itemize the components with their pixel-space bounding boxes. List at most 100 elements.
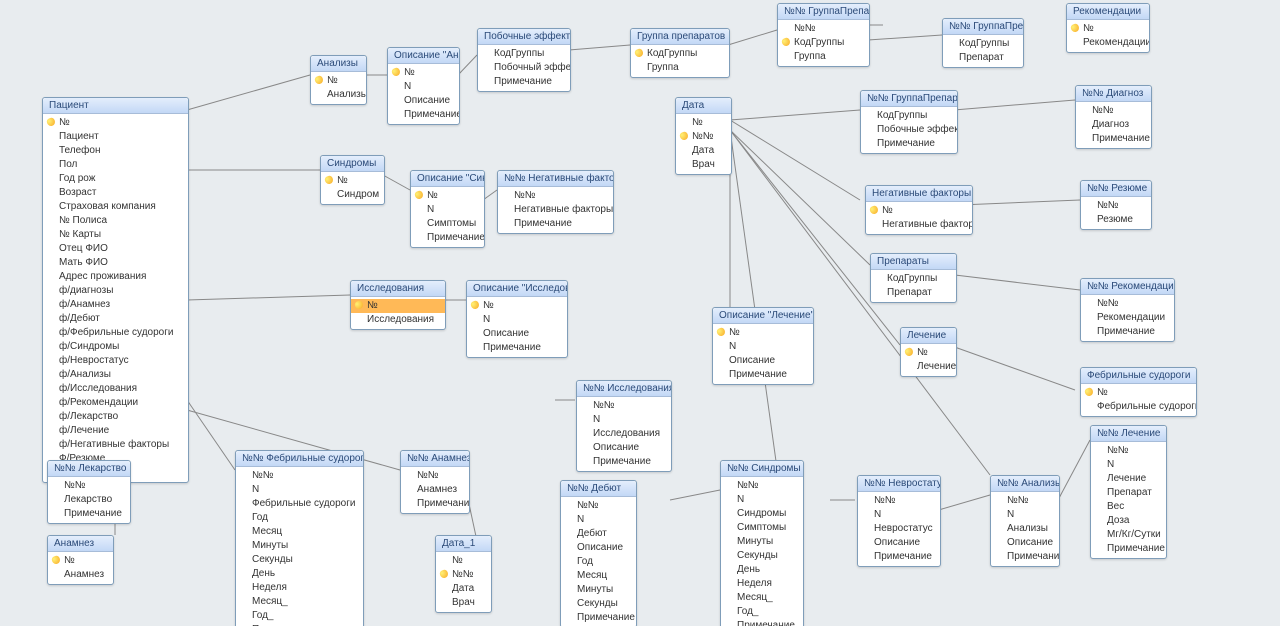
field[interactable]: ф/Рекомендации — [43, 396, 188, 410]
table-header[interactable]: Синдромы — [321, 156, 384, 172]
field[interactable]: №№ — [676, 130, 731, 144]
field[interactable]: Исследования — [351, 313, 445, 327]
field[interactable]: Секунды — [236, 553, 363, 567]
table-lechenie[interactable]: Лечение№Лечение — [900, 327, 957, 377]
table-nn_sind[interactable]: №№ Синдромы№№NСиндромыСимптомыМинутыСеку… — [720, 460, 804, 626]
field[interactable]: ф/Негативные факторы — [43, 438, 188, 452]
table-header[interactable]: Пациент — [43, 98, 188, 114]
field[interactable]: N — [388, 80, 459, 94]
table-side_eff[interactable]: Побочные эффектыКодГруппыПобочный эффект… — [477, 28, 571, 92]
field[interactable]: № Полиса — [43, 214, 188, 228]
field[interactable]: КодГруппы — [871, 272, 956, 286]
field[interactable]: ф/Исследования — [43, 382, 188, 396]
table-op_lech[interactable]: Описание "Лечение""№NОписаниеПримечание — [712, 307, 814, 385]
field[interactable]: Минуты — [721, 535, 803, 549]
field[interactable]: Описание — [577, 441, 671, 455]
table-nn_neg[interactable]: №№ Негативные факторы№№Негативные фактор… — [497, 170, 614, 234]
table-nn_nevro[interactable]: №№ Невростатус№№NНевростатусОписаниеПрим… — [857, 475, 941, 567]
field[interactable]: Препарат — [1091, 486, 1166, 500]
table-nn_febr[interactable]: №№ Фебрильные судороги№№NФебрильные судо… — [235, 450, 364, 626]
field[interactable]: Резюме — [1081, 213, 1151, 227]
table-patient[interactable]: Пациент№ПациентТелефонПолГод рожВозрастС… — [42, 97, 189, 483]
field[interactable]: №№ — [48, 479, 130, 493]
field[interactable]: № — [43, 116, 188, 130]
diagram-canvas[interactable]: { "tables": { "patient": {"title":"Пацие… — [0, 0, 1280, 626]
field[interactable]: Анамнез — [48, 568, 113, 582]
field[interactable]: Симптомы — [721, 521, 803, 535]
field[interactable]: ф/Анамнез — [43, 298, 188, 312]
field[interactable]: ф/Анализы — [43, 368, 188, 382]
field[interactable]: Примечание — [858, 550, 940, 564]
field[interactable]: №№ — [401, 469, 469, 483]
table-header[interactable]: №№ Лекарство — [48, 461, 130, 477]
table-header[interactable]: Дата_1 — [436, 536, 491, 552]
field[interactable]: №№ — [1081, 297, 1174, 311]
field[interactable]: Синдром — [321, 188, 384, 202]
table-header[interactable]: №№ Лечение — [1091, 426, 1166, 442]
field[interactable]: Группа — [778, 50, 869, 64]
field[interactable]: Анализы — [991, 522, 1059, 536]
field[interactable]: Примечание — [991, 550, 1059, 564]
field[interactable]: №№ — [1091, 444, 1166, 458]
field[interactable]: Описание — [561, 541, 636, 555]
field[interactable]: Лекарство — [48, 493, 130, 507]
field[interactable]: Дебют — [561, 527, 636, 541]
field[interactable]: Примечание — [411, 231, 484, 245]
table-header[interactable]: Исследования — [351, 281, 445, 297]
field[interactable]: Примечание — [713, 368, 813, 382]
field[interactable]: ф/Синдромы — [43, 340, 188, 354]
field[interactable]: Месяц — [236, 525, 363, 539]
table-op_anal[interactable]: Описание "Анал...№NОписаниеПримечание — [387, 47, 460, 125]
field[interactable]: №№ — [236, 469, 363, 483]
table-header[interactable]: Описание "Исследова... — [467, 281, 567, 297]
table-header[interactable]: Описание "Синд... — [411, 171, 484, 187]
field[interactable]: Фебрильные судороги — [1081, 400, 1196, 414]
field[interactable]: Примечание — [467, 341, 567, 355]
table-header[interactable]: Побочные эффекты — [478, 29, 570, 45]
table-header[interactable]: №№ Резюме — [1081, 181, 1151, 197]
table-header[interactable]: №№ Синдромы — [721, 461, 803, 477]
field[interactable]: Рекомендации — [1081, 311, 1174, 325]
field[interactable]: Секунды — [561, 597, 636, 611]
field[interactable]: Примечание — [1076, 132, 1151, 146]
table-header[interactable]: №№ Невростатус — [858, 476, 940, 492]
field[interactable]: № — [388, 66, 459, 80]
table-issled[interactable]: Исследования№Исследования — [350, 280, 446, 330]
table-op_sind[interactable]: Описание "Синд...№NСимптомыПримечание — [410, 170, 485, 248]
field[interactable]: Телефон — [43, 144, 188, 158]
field[interactable]: Год — [561, 555, 636, 569]
table-nn_issled[interactable]: №№ Исследования№№NИсследованияОписаниеПр… — [576, 380, 672, 472]
field[interactable]: №№ — [991, 494, 1059, 508]
table-header[interactable]: Фебрильные судороги — [1081, 368, 1196, 384]
table-nn_grp_prep[interactable]: №№ ГруппаПрепар...№№КодГруппыГруппа — [777, 3, 870, 67]
field[interactable]: Дата — [676, 144, 731, 158]
field[interactable]: Год_ — [721, 605, 803, 619]
field[interactable]: Год — [236, 511, 363, 525]
field[interactable]: Группа — [631, 61, 729, 75]
field[interactable]: Фебрильные судороги — [236, 497, 363, 511]
field[interactable]: Примечание — [478, 75, 570, 89]
field[interactable]: № — [866, 204, 972, 218]
table-sindromy[interactable]: Синдромы№Синдром — [320, 155, 385, 205]
field[interactable]: Препарат — [871, 286, 956, 300]
field[interactable]: N — [577, 413, 671, 427]
field[interactable]: День — [236, 567, 363, 581]
field[interactable]: № — [436, 554, 491, 568]
field[interactable]: Примечание — [1081, 325, 1174, 339]
field[interactable]: Мать ФИО — [43, 256, 188, 270]
field[interactable]: Рекомендации — [1067, 36, 1149, 50]
field[interactable]: Анамнез — [401, 483, 469, 497]
field[interactable]: Мг/Кг/Сутки — [1091, 528, 1166, 542]
field[interactable]: Описание — [467, 327, 567, 341]
table-header[interactable]: №№ ГруппаПрепар... — [778, 4, 869, 20]
field[interactable]: № — [48, 554, 113, 568]
table-header[interactable]: Рекомендации — [1067, 4, 1149, 20]
table-header[interactable]: Дата — [676, 98, 731, 114]
field[interactable]: N — [236, 483, 363, 497]
field[interactable]: Врач — [676, 158, 731, 172]
field[interactable]: N — [561, 513, 636, 527]
table-header[interactable]: №№ Диагноз — [1076, 86, 1151, 102]
table-header[interactable]: Анализы — [311, 56, 366, 72]
field[interactable]: Побочные эффекты — [861, 123, 957, 137]
field[interactable]: № — [1067, 22, 1149, 36]
